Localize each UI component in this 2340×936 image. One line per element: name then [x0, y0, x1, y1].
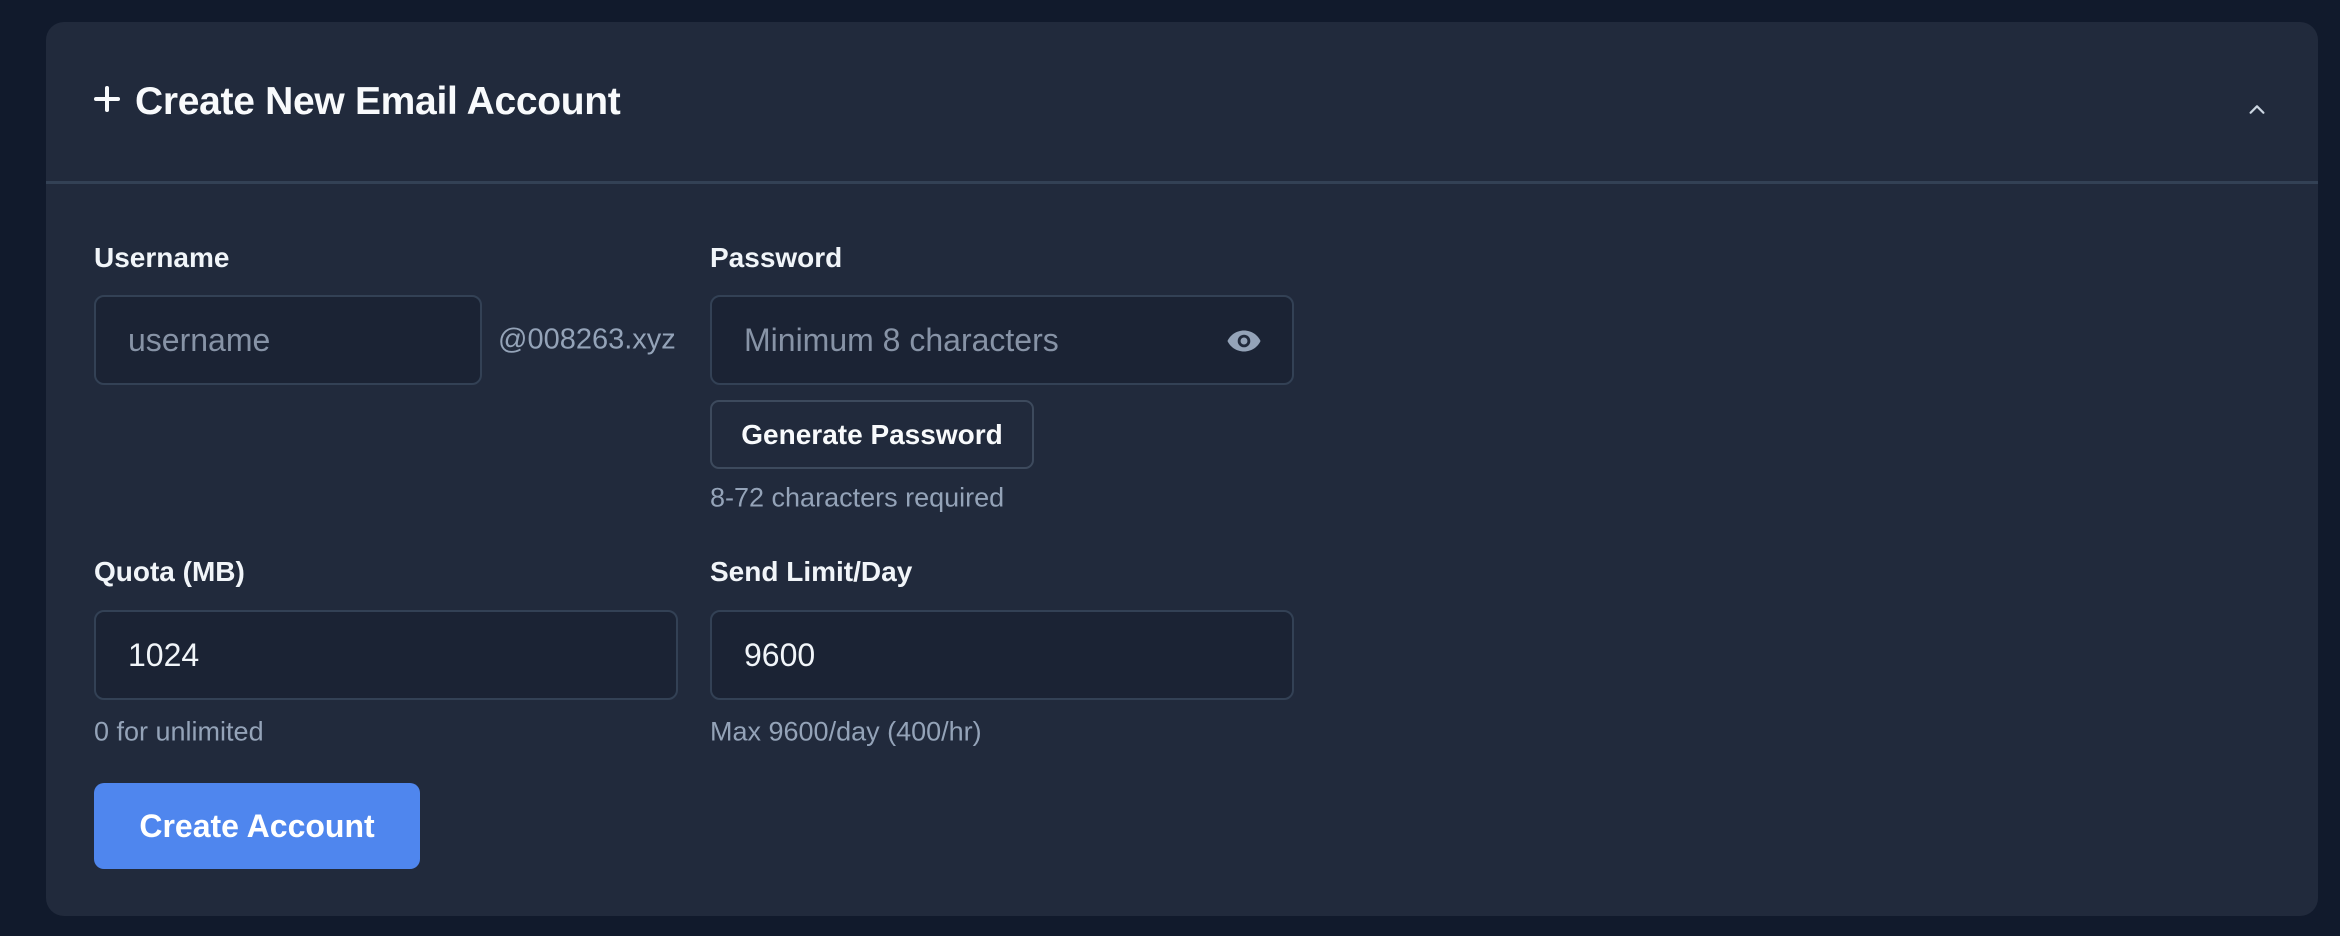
create-account-button[interactable]: Create Account	[94, 783, 420, 869]
password-label: Password	[710, 242, 843, 273]
password-input[interactable]	[710, 295, 1294, 385]
eye-icon[interactable]	[1226, 323, 1262, 359]
send-limit-input[interactable]	[710, 610, 1294, 700]
send-limit-label: Send Limit/Day	[710, 556, 913, 587]
password-hint: 8-72 characters required	[710, 482, 1005, 513]
chevron-up-icon[interactable]	[2246, 99, 2268, 121]
quota-hint: 0 for unlimited	[94, 716, 264, 747]
create-account-card: Create New Email Account Username @00826…	[46, 22, 2318, 916]
card-header[interactable]: Create New Email Account	[46, 22, 2318, 184]
quota-input[interactable]	[94, 610, 678, 700]
quota-label: Quota (MB)	[94, 556, 245, 587]
plus-icon	[94, 86, 120, 112]
card-title: Create New Email Account	[135, 80, 621, 123]
username-input[interactable]	[94, 295, 482, 385]
username-label: Username	[94, 242, 230, 273]
send-limit-hint: Max 9600/day (400/hr)	[710, 716, 982, 747]
domain-suffix: @008263.xyz	[498, 323, 676, 356]
generate-password-button[interactable]: Generate Password	[710, 400, 1034, 469]
